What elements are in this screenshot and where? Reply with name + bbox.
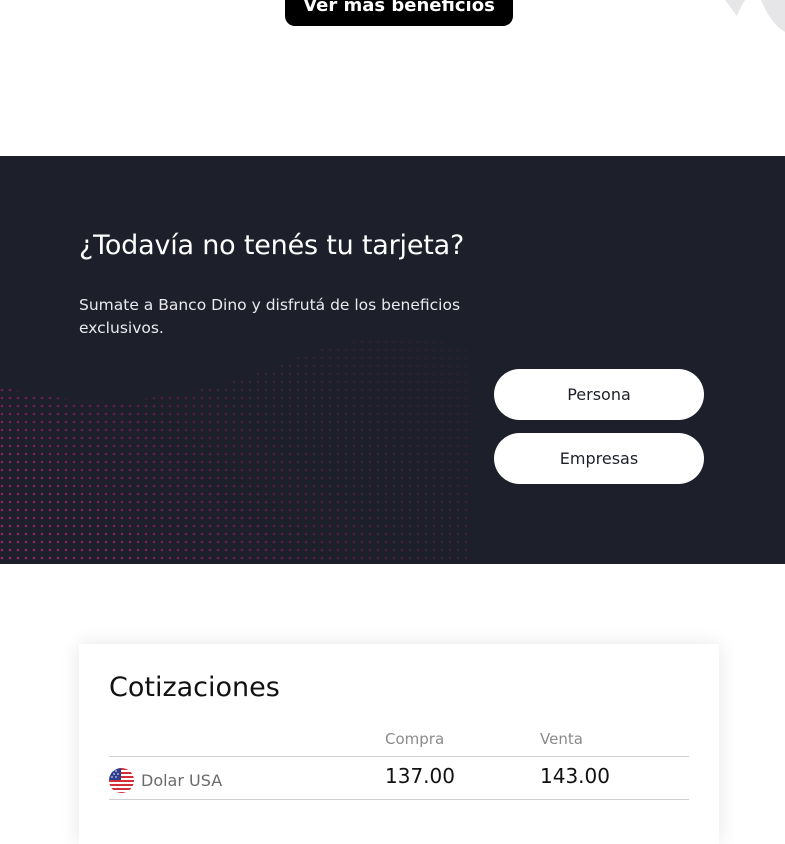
more-benefits-button[interactable]: Ver más beneficios bbox=[285, 0, 513, 26]
card-cta-section: ¿Todavía no tenés tu tarjeta? Sumate a B… bbox=[0, 156, 785, 564]
dotted-wave-decoration bbox=[0, 338, 470, 564]
decorative-shape bbox=[725, 0, 785, 32]
empresas-button[interactable]: Empresas bbox=[494, 433, 704, 484]
quotes-title: Cotizaciones bbox=[109, 672, 280, 703]
venta-value: 143.00 bbox=[540, 764, 610, 788]
column-header-venta: Venta bbox=[540, 730, 583, 748]
compra-value: 137.00 bbox=[385, 764, 455, 788]
us-flag-icon bbox=[109, 768, 134, 793]
quotes-card: Cotizaciones Compra Venta Dolar USA 137.… bbox=[79, 644, 719, 844]
cta-subtitle: Sumate a Banco Dino y disfrutá de los be… bbox=[79, 296, 461, 337]
currency-name: Dolar USA bbox=[141, 771, 223, 790]
column-header-compra: Compra bbox=[385, 730, 445, 748]
table-divider bbox=[109, 756, 689, 757]
persona-button[interactable]: Persona bbox=[494, 369, 704, 420]
benefits-section: Ver más beneficios bbox=[0, 0, 785, 156]
cta-title: ¿Todavía no tenés tu tarjeta? bbox=[79, 230, 465, 261]
